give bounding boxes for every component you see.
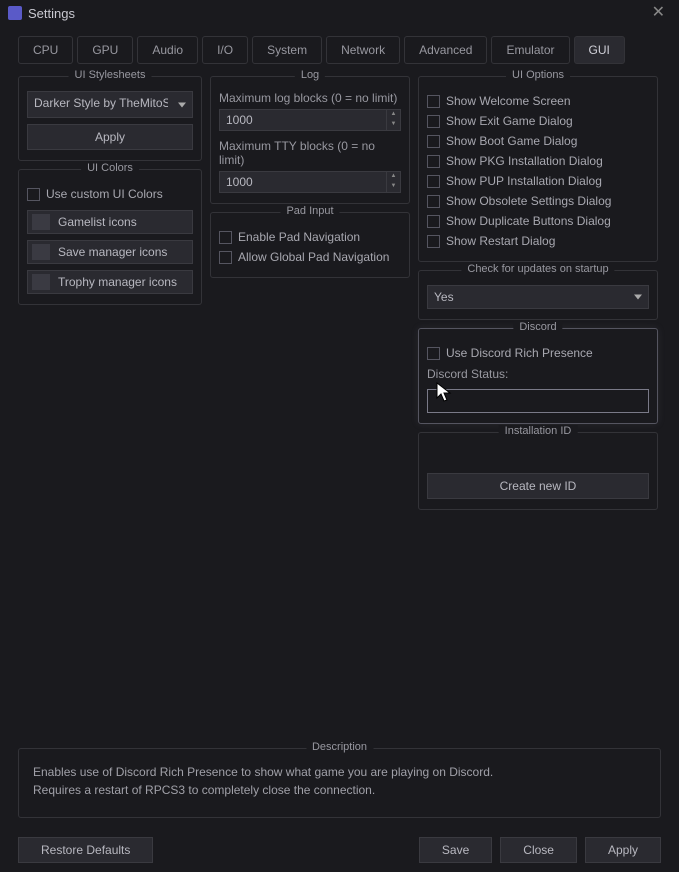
bottom-bar: Restore Defaults Save Close Apply bbox=[0, 828, 679, 872]
max-log-label: Maximum log blocks (0 = no limit) bbox=[219, 91, 401, 105]
group-check-updates: Check for updates on startup Yes bbox=[418, 270, 658, 320]
group-installation-id: Installation ID Create new ID bbox=[418, 432, 658, 510]
tab-system[interactable]: System bbox=[252, 36, 322, 64]
checkbox-label: Show PUP Installation Dialog bbox=[446, 174, 602, 188]
group-pad-input: Pad Input Enable Pad Navigation Allow Gl… bbox=[210, 212, 410, 278]
tab-audio[interactable]: Audio bbox=[137, 36, 198, 64]
button-label: Trophy manager icons bbox=[58, 275, 177, 289]
restore-defaults-button[interactable]: Restore Defaults bbox=[18, 837, 153, 863]
group-title: UI Colors bbox=[81, 162, 139, 174]
save-manager-icons-button[interactable]: Save manager icons bbox=[27, 240, 193, 264]
tab-io[interactable]: I/O bbox=[202, 36, 248, 64]
updates-select[interactable]: Yes bbox=[427, 285, 649, 309]
chevron-down-icon bbox=[634, 295, 642, 300]
stylesheet-select[interactable]: Darker Style by TheMitoSan bbox=[27, 91, 193, 118]
checkbox-icon bbox=[427, 155, 440, 168]
show-pkg-install-checkbox[interactable]: Show PKG Installation Dialog bbox=[427, 151, 649, 171]
group-ui-stylesheets: UI Stylesheets Darker Style by TheMitoSa… bbox=[18, 76, 202, 161]
show-pup-install-checkbox[interactable]: Show PUP Installation Dialog bbox=[427, 171, 649, 191]
group-title: UI Options bbox=[506, 69, 570, 81]
checkbox-icon bbox=[427, 95, 440, 108]
window-title: Settings bbox=[28, 6, 75, 21]
gamelist-icons-button[interactable]: Gamelist icons bbox=[27, 210, 193, 234]
show-obsolete-settings-checkbox[interactable]: Show Obsolete Settings Dialog bbox=[427, 191, 649, 211]
max-log-input[interactable] bbox=[219, 109, 387, 131]
checkbox-icon bbox=[427, 215, 440, 228]
show-welcome-checkbox[interactable]: Show Welcome Screen bbox=[427, 91, 649, 111]
show-exit-game-checkbox[interactable]: Show Exit Game Dialog bbox=[427, 111, 649, 131]
tab-network[interactable]: Network bbox=[326, 36, 400, 64]
show-restart-dialog-checkbox[interactable]: Show Restart Dialog bbox=[427, 231, 649, 251]
close-button[interactable]: Close bbox=[500, 837, 577, 863]
trophy-manager-icons-button[interactable]: Trophy manager icons bbox=[27, 270, 193, 294]
group-title: Log bbox=[295, 69, 325, 81]
checkbox-label: Show Boot Game Dialog bbox=[446, 134, 577, 148]
allow-global-pad-nav-checkbox[interactable]: Allow Global Pad Navigation bbox=[219, 247, 401, 267]
discord-status-label: Discord Status: bbox=[427, 367, 649, 381]
group-title: UI Stylesheets bbox=[69, 69, 152, 81]
save-button[interactable]: Save bbox=[419, 837, 492, 863]
tab-cpu[interactable]: CPU bbox=[18, 36, 73, 64]
max-tty-label: Maximum TTY blocks (0 = no limit) bbox=[219, 139, 401, 167]
apply-button[interactable]: Apply bbox=[585, 837, 661, 863]
checkbox-label: Use custom UI Colors bbox=[46, 187, 163, 201]
group-ui-colors: UI Colors Use custom UI Colors Gamelist … bbox=[18, 169, 202, 305]
color-swatch bbox=[32, 274, 50, 290]
tab-advanced[interactable]: Advanced bbox=[404, 36, 487, 64]
spinner-buttons[interactable]: ▲▼ bbox=[387, 109, 401, 131]
discord-status-input[interactable] bbox=[427, 389, 649, 413]
use-discord-rp-checkbox[interactable]: Use Discord Rich Presence bbox=[427, 343, 649, 363]
checkbox-icon bbox=[427, 135, 440, 148]
tab-emulator[interactable]: Emulator bbox=[491, 36, 569, 64]
checkbox-icon bbox=[219, 231, 232, 244]
show-boot-game-checkbox[interactable]: Show Boot Game Dialog bbox=[427, 131, 649, 151]
color-swatch bbox=[32, 244, 50, 260]
checkbox-icon bbox=[27, 188, 40, 201]
show-duplicate-buttons-checkbox[interactable]: Show Duplicate Buttons Dialog bbox=[427, 211, 649, 231]
tab-gui[interactable]: GUI bbox=[574, 36, 625, 64]
max-tty-input[interactable] bbox=[219, 171, 387, 193]
checkbox-icon bbox=[427, 195, 440, 208]
chevron-down-icon bbox=[178, 102, 186, 107]
close-icon[interactable]: ✕ bbox=[646, 3, 671, 23]
tab-bar: CPU GPU Audio I/O System Network Advance… bbox=[0, 26, 679, 68]
group-log: Log Maximum log blocks (0 = no limit) ▲▼… bbox=[210, 76, 410, 204]
group-title: Check for updates on startup bbox=[461, 263, 614, 275]
checkbox-label: Show Duplicate Buttons Dialog bbox=[446, 214, 611, 228]
group-title: Discord bbox=[513, 321, 562, 333]
checkbox-icon bbox=[427, 115, 440, 128]
checkbox-label: Show Exit Game Dialog bbox=[446, 114, 573, 128]
spinner-buttons[interactable]: ▲▼ bbox=[387, 171, 401, 193]
checkbox-label: Use Discord Rich Presence bbox=[446, 346, 593, 360]
checkbox-label: Show Obsolete Settings Dialog bbox=[446, 194, 611, 208]
group-description: Description Enables use of Discord Rich … bbox=[18, 748, 661, 818]
group-title: Installation ID bbox=[499, 425, 578, 437]
color-swatch bbox=[32, 214, 50, 230]
app-icon bbox=[8, 6, 22, 20]
checkbox-icon bbox=[427, 347, 440, 360]
checkbox-icon bbox=[219, 251, 232, 264]
checkbox-label: Show Restart Dialog bbox=[446, 234, 555, 248]
tab-gpu[interactable]: GPU bbox=[77, 36, 133, 64]
updates-select-value: Yes bbox=[434, 290, 454, 304]
checkbox-label: Show PKG Installation Dialog bbox=[446, 154, 603, 168]
checkbox-label: Allow Global Pad Navigation bbox=[238, 250, 389, 264]
group-discord: Discord Use Discord Rich Presence Discor… bbox=[418, 328, 658, 424]
create-new-id-button[interactable]: Create new ID bbox=[427, 473, 649, 499]
checkbox-label: Enable Pad Navigation bbox=[238, 230, 360, 244]
button-label: Gamelist icons bbox=[58, 215, 137, 229]
group-title: Pad Input bbox=[280, 205, 339, 217]
checkbox-label: Show Welcome Screen bbox=[446, 94, 571, 108]
group-title: Description bbox=[306, 741, 373, 753]
description-text: Enables use of Discord Rich Presence to … bbox=[33, 763, 646, 799]
checkbox-icon bbox=[427, 235, 440, 248]
group-ui-options: UI Options Show Welcome Screen Show Exit… bbox=[418, 76, 658, 262]
stylesheet-apply-button[interactable]: Apply bbox=[27, 124, 193, 150]
button-label: Save manager icons bbox=[58, 245, 167, 259]
stylesheet-select-value: Darker Style by TheMitoSan bbox=[34, 96, 168, 110]
checkbox-icon bbox=[427, 175, 440, 188]
titlebar: Settings ✕ bbox=[0, 0, 679, 26]
use-custom-colors-checkbox[interactable]: Use custom UI Colors bbox=[27, 184, 193, 204]
enable-pad-nav-checkbox[interactable]: Enable Pad Navigation bbox=[219, 227, 401, 247]
